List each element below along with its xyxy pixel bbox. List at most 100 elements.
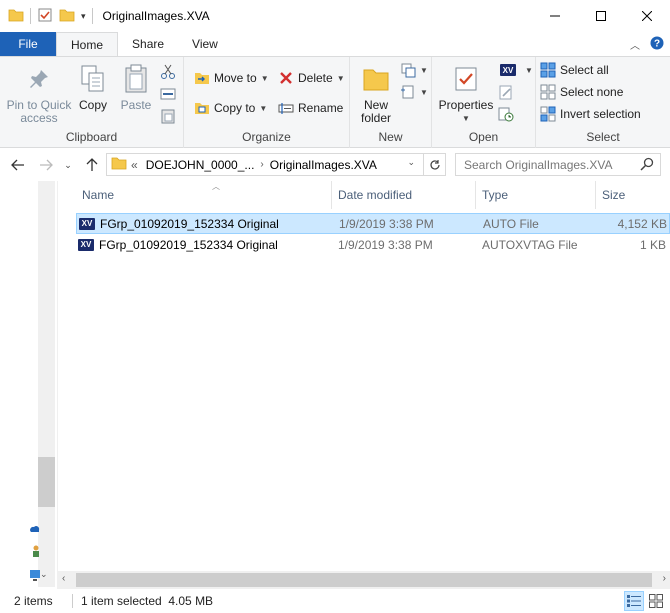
- refresh-button[interactable]: [423, 154, 445, 175]
- copy-path-button[interactable]: [160, 83, 176, 105]
- xv-file-icon: XV: [78, 238, 94, 251]
- file-name: FGrp_01092019_152334 Original: [100, 216, 279, 231]
- details-view-button[interactable]: [624, 591, 644, 611]
- ribbon: Pin to Quick access Copy Paste Clipboard…: [0, 56, 670, 148]
- refresh-icon: [429, 159, 440, 170]
- easy-access-dropdown-icon: ▼: [420, 87, 428, 97]
- scroll-left-icon[interactable]: ‹: [62, 573, 65, 584]
- open-with-button[interactable]: XV ▼: [498, 59, 533, 81]
- horizontal-scrollbar[interactable]: ‹ ›: [58, 571, 670, 589]
- file-size: 4,152 KB: [617, 216, 667, 231]
- properties-qat-icon[interactable]: [37, 7, 53, 26]
- delete-button[interactable]: Delete ▼: [278, 67, 345, 89]
- header-spacer: [58, 181, 76, 209]
- select-all-label: Select all: [560, 63, 609, 77]
- user-folder-icon[interactable]: [32, 545, 40, 560]
- selection-info: 1 item selected 4.05 MB: [81, 594, 214, 608]
- back-button[interactable]: [6, 153, 30, 177]
- search-icon: [640, 157, 654, 174]
- details-view-icon: [627, 595, 641, 607]
- select-all-button[interactable]: Select all: [540, 59, 609, 81]
- breadcrumb-current[interactable]: OriginalImages.XVA: [266, 158, 381, 172]
- edit-button[interactable]: [498, 81, 514, 103]
- this-pc-icon[interactable]: [30, 569, 40, 584]
- column-header-name[interactable]: Name ︿: [76, 181, 332, 209]
- pin-to-quick-access-button[interactable]: Pin to Quick access: [6, 63, 72, 125]
- move-to-dropdown-icon: ▼: [260, 73, 269, 83]
- copy-label: Copy: [78, 98, 107, 112]
- recent-locations-button[interactable]: ⌄: [60, 153, 76, 177]
- select-group-label: Select: [586, 130, 620, 144]
- search-box[interactable]: Search OriginalImages.XVA: [455, 153, 661, 176]
- delete-x-icon: [278, 70, 294, 86]
- qat-separator: [30, 8, 31, 24]
- address-bar[interactable]: « DOEJOHN_0000_... › OriginalImages.XVA …: [106, 153, 446, 176]
- file-date: 1/9/2019 3:38 PM: [338, 237, 433, 252]
- select-none-button[interactable]: Select none: [540, 81, 623, 103]
- column-header-type[interactable]: Type: [476, 181, 596, 209]
- up-button[interactable]: [80, 153, 104, 177]
- nav-pane-scrollbar[interactable]: [38, 181, 55, 587]
- copy-to-button[interactable]: Copy to ▼: [194, 97, 267, 119]
- table-row[interactable]: XV FGrp_01092019_152334 Original 1/9/201…: [76, 213, 670, 234]
- maximize-button[interactable]: [578, 0, 624, 32]
- breadcrumb-chevron-icon[interactable]: ›: [258, 159, 265, 170]
- address-dropdown-icon[interactable]: ⌄: [407, 157, 415, 168]
- breadcrumb-overflow[interactable]: «: [127, 158, 142, 172]
- delete-dropdown-icon: ▼: [336, 73, 345, 83]
- paste-button[interactable]: Paste: [116, 63, 156, 112]
- tab-view[interactable]: View: [178, 32, 232, 56]
- new-folder-qat-icon[interactable]: [59, 8, 75, 25]
- help-icon[interactable]: ?: [650, 36, 664, 53]
- clipboard-group: Pin to Quick access Copy Paste Clipboard: [0, 57, 184, 148]
- qat-customize-icon[interactable]: ▾: [81, 11, 86, 22]
- edit-icon: [498, 84, 514, 100]
- table-row[interactable]: XV FGrp_01092019_152334 Original 1/9/201…: [76, 234, 670, 255]
- history-icon: [498, 106, 514, 122]
- nav-pane-scroll-thumb[interactable]: [38, 457, 55, 507]
- search-input[interactable]: Search OriginalImages.XVA: [464, 158, 613, 172]
- large-icons-view-button[interactable]: [646, 591, 666, 611]
- copy-to-label: Copy to: [214, 101, 256, 115]
- up-arrow-icon: [86, 158, 98, 171]
- new-group: New folder ▼ ▼ New: [350, 57, 432, 148]
- tab-file[interactable]: File: [0, 32, 56, 56]
- move-to-button[interactable]: Move to ▼: [194, 67, 269, 89]
- tab-home[interactable]: Home: [56, 32, 119, 56]
- breadcrumb-parent[interactable]: DOEJOHN_0000_...: [142, 158, 259, 172]
- paste-icon: [120, 63, 152, 95]
- rename-button[interactable]: Rename: [278, 97, 343, 119]
- file-list: Name ︿ Date modified Type Size XV FGrp_0…: [58, 181, 670, 571]
- organize-group: Move to ▼ Copy to ▼ Delete ▼ Rename Orga…: [184, 57, 350, 148]
- onedrive-icon[interactable]: [30, 523, 40, 537]
- copy-to-icon: [194, 100, 210, 116]
- column-header-date[interactable]: Date modified: [332, 181, 476, 209]
- properties-button[interactable]: Properties ▼: [438, 63, 494, 125]
- navigation-pane[interactable]: ⌄: [0, 181, 58, 589]
- column-header-size[interactable]: Size: [596, 181, 670, 209]
- copy-button[interactable]: Copy: [76, 63, 110, 112]
- collapse-ribbon-icon[interactable]: ︿: [630, 37, 640, 52]
- invert-selection-label: Invert selection: [560, 107, 641, 121]
- tab-share[interactable]: Share: [118, 32, 178, 56]
- history-button[interactable]: [498, 103, 514, 125]
- minimize-button[interactable]: [532, 0, 578, 32]
- forward-button[interactable]: [34, 153, 58, 177]
- organize-group-label: Organize: [242, 130, 291, 144]
- easy-access-button[interactable]: ▼: [400, 81, 428, 103]
- folder-icon: [8, 8, 24, 25]
- open-group: Properties ▼ XV ▼ Open: [432, 57, 536, 148]
- cut-button[interactable]: [160, 61, 176, 83]
- large-icons-view-icon: [649, 594, 663, 608]
- minimize-icon: [550, 15, 560, 17]
- horizontal-scroll-thumb[interactable]: [76, 573, 652, 587]
- file-name-cell: XV FGrp_01092019_152334 Original: [76, 235, 332, 254]
- scroll-right-icon[interactable]: ›: [663, 573, 666, 584]
- invert-selection-button[interactable]: Invert selection: [540, 103, 641, 125]
- nav-scroll-down-icon[interactable]: ⌄: [40, 569, 48, 580]
- paste-shortcut-button[interactable]: [160, 105, 176, 127]
- new-folder-button[interactable]: New folder: [354, 63, 398, 125]
- new-item-button[interactable]: ▼: [400, 59, 428, 81]
- close-button[interactable]: [624, 0, 670, 32]
- maximize-icon: [596, 11, 606, 21]
